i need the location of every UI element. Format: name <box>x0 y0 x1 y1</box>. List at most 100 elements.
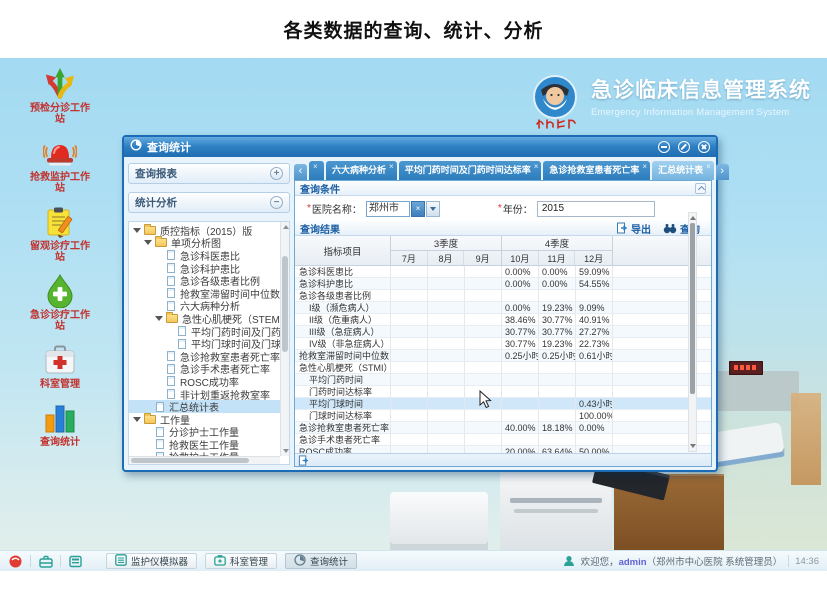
scroll-thumb[interactable] <box>690 223 695 394</box>
table-row-0[interactable]: 急诊科医患比0.00%0.00%59.09% <box>295 266 711 278</box>
panel-header-stat-analysis[interactable]: 统计分析 − <box>128 192 290 213</box>
taskbar-button-monitor-sim[interactable]: 监护仪模拟器 <box>106 553 197 569</box>
table-row-5[interactable]: III级（急症病人）30.77%30.77%27.27% <box>295 326 711 338</box>
taskbar-button-query-stats[interactable]: 查询统计 <box>285 553 357 569</box>
scroll-up-icon[interactable] <box>283 225 289 229</box>
cell-value <box>502 434 539 445</box>
row-label: 门药时间达标率 <box>295 386 391 397</box>
tab-close-icon[interactable]: × <box>534 163 539 171</box>
tab-scroll-left-button[interactable]: ‹ <box>294 164 307 180</box>
system-logo-small-icon[interactable] <box>8 554 23 569</box>
table-row-8[interactable]: 急性心肌梗死（STMI）患者 <box>295 362 711 374</box>
tab-3[interactable]: 汇总统计表× <box>652 161 714 180</box>
cell-value <box>391 362 428 373</box>
table-row-12[interactable]: 门球时间达标率100.00% <box>295 410 711 422</box>
cell-value <box>465 422 502 433</box>
cell-value <box>428 398 465 409</box>
export-button[interactable]: 导出 <box>616 221 651 236</box>
window-titlebar[interactable]: 查询统计 <box>124 137 716 157</box>
desktop-icon-label: 留观诊疗工作站 <box>29 241 91 263</box>
table-row-14[interactable]: 急诊手术患者死亡率 <box>295 434 711 446</box>
cell-value: 18.18% <box>539 422 576 433</box>
scroll-down-icon[interactable] <box>283 449 289 453</box>
tree-item-14[interactable]: 汇总统计表 <box>129 400 280 413</box>
tab-scroll-right-button[interactable]: › <box>716 164 729 180</box>
scroll-up-icon[interactable] <box>690 216 696 220</box>
tree-horizontal-scrollbar[interactable] <box>129 456 280 464</box>
tab-close-icon[interactable]: × <box>313 163 318 171</box>
month-header: 9月 <box>464 251 501 265</box>
scroll-down-icon[interactable] <box>690 444 696 448</box>
table-row-7[interactable]: 抢救室滞留时间中位数0.25小时0.25小时0.61小时 <box>295 350 711 362</box>
tab-close-icon[interactable]: × <box>389 163 394 171</box>
tree-vertical-scrollbar[interactable] <box>280 222 289 456</box>
tab-close-icon[interactable]: × <box>706 163 711 171</box>
window-list-icon[interactable] <box>68 554 83 569</box>
desktop-icon-rescue[interactable]: 抢救监护工作站 <box>12 136 108 194</box>
minimize-button[interactable] <box>658 141 670 153</box>
tree-expand-icon[interactable] <box>133 228 141 233</box>
tab-0[interactable]: 六大病种分析× <box>326 161 397 180</box>
table-row-13[interactable]: 急诊抢救室患者死亡率40.00%18.18%0.00% <box>295 422 711 434</box>
desktop-icon-emergency[interactable]: 急诊诊疗工作站 <box>12 274 108 332</box>
file-icon <box>167 276 175 286</box>
cell-value: 100.00% <box>576 410 613 421</box>
query-results-title: 查询结果 <box>300 221 340 236</box>
tab-2[interactable]: 急诊抢救室患者死亡率× <box>543 161 650 180</box>
hospital-value[interactable]: 郑州市 <box>366 201 410 217</box>
table-row-6[interactable]: IV级（非急症病人）30.77%19.23%22.73% <box>295 338 711 350</box>
cell-value: 59.09% <box>576 266 613 277</box>
expand-plus-icon[interactable]: + <box>270 167 283 180</box>
desktop-icon-department[interactable]: 科室管理 <box>12 343 108 390</box>
table-row-4[interactable]: II级（危重病人）38.46%30.77%40.91% <box>295 314 711 326</box>
collapse-section-button[interactable] <box>695 183 706 194</box>
table-vertical-scrollbar[interactable] <box>688 212 697 452</box>
table-row-15[interactable]: ROSC成功率20.00%63.64%50.00% <box>295 446 711 453</box>
folder-icon <box>144 415 156 424</box>
tab-1[interactable]: 平均门药时间及门药时间达标率× <box>399 161 542 180</box>
panel-header-query-reports[interactable]: 查询报表 + <box>128 163 290 184</box>
clear-icon[interactable]: × <box>411 201 425 217</box>
cell-value <box>576 362 613 373</box>
cell-value <box>428 434 465 445</box>
desktop-icon-query[interactable]: 查询统计 <box>12 401 108 448</box>
tree-expand-icon[interactable] <box>133 417 141 422</box>
toolbox-icon[interactable] <box>38 554 53 569</box>
table-row-1[interactable]: 急诊科护患比0.00%0.00%54.55% <box>295 278 711 290</box>
scroll-thumb[interactable] <box>131 458 249 463</box>
scroll-thumb[interactable] <box>282 256 288 352</box>
tree-expand-icon[interactable] <box>155 316 163 321</box>
hospital-combobox[interactable]: 郑州市 × <box>366 201 440 217</box>
restore-button[interactable] <box>678 141 690 153</box>
month-header: 12月 <box>575 251 612 265</box>
desktop-icon-triage[interactable]: 预检分诊工作站 <box>12 67 108 125</box>
file-icon <box>167 376 175 386</box>
table-row-10[interactable]: 门药时间达标率 <box>295 386 711 398</box>
table-row-9[interactable]: 平均门药时间 <box>295 374 711 386</box>
table-row-11[interactable]: 平均门球时间0.43小时 <box>295 398 711 410</box>
row-label: 抢救室滞留时间中位数 <box>295 350 391 361</box>
bottom-band <box>0 571 827 594</box>
query-conditions-bar: 查询条件 <box>295 181 711 196</box>
close-button[interactable] <box>698 141 710 153</box>
collapse-minus-icon[interactable]: − <box>270 196 283 209</box>
chevron-down-icon[interactable] <box>426 201 440 217</box>
tab-close-icon[interactable]: × <box>642 163 647 171</box>
cell-value <box>391 290 428 301</box>
table-row-2[interactable]: 急诊各级患者比例 <box>295 290 711 302</box>
cell-value <box>428 422 465 433</box>
page-title: 各类数据的查询、统计、分析 <box>283 16 543 43</box>
cell-value <box>391 266 428 277</box>
cell-value: 0.00% <box>539 278 576 289</box>
tab-partial[interactable]: × <box>309 161 324 180</box>
taskbar-button-department[interactable]: 科室管理 <box>205 553 277 569</box>
export-page-icon[interactable] <box>298 455 309 466</box>
desktop-icon-observation[interactable]: 留观诊疗工作站 <box>12 205 108 263</box>
year-input[interactable]: 2015 <box>537 201 655 217</box>
table-row-3[interactable]: I级（濒危病人）0.00%19.23%9.09% <box>295 302 711 314</box>
tree-expand-icon[interactable] <box>144 240 152 245</box>
cell-value <box>428 374 465 385</box>
table-footer <box>295 453 711 466</box>
tab-content: 查询条件 * 医院名称： 郑州市 × * 年份： 2015 查询 <box>294 180 712 467</box>
q3-months: 7月8月9月 <box>391 251 501 265</box>
